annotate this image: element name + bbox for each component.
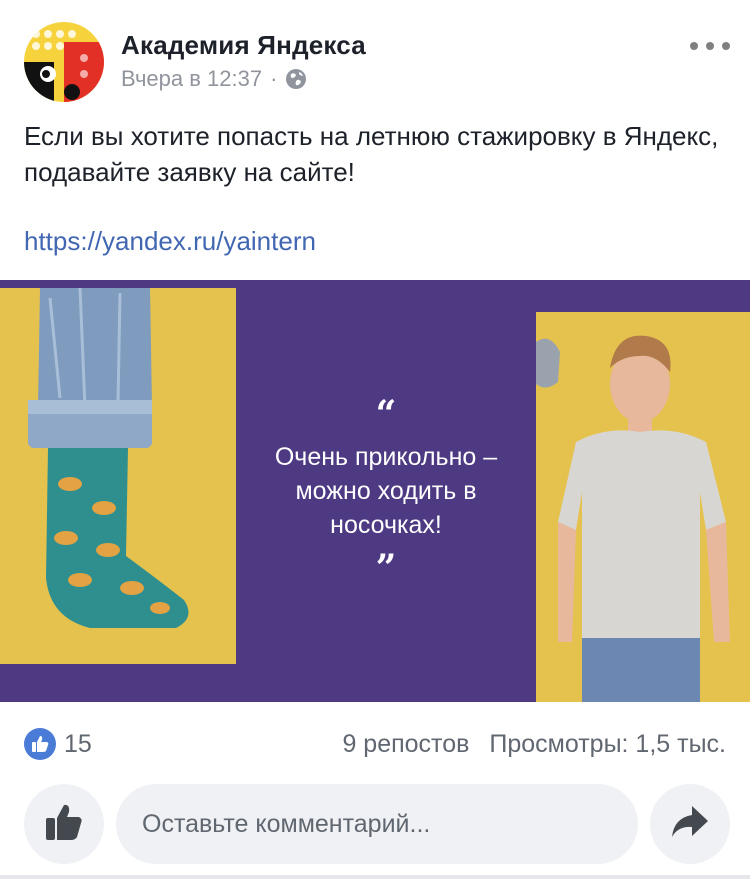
views-count: Просмотры: 1,5 тыс.: [489, 730, 726, 758]
page-avatar[interactable]: [24, 22, 104, 102]
post-text: Если вы хотите попасть на летнюю стажиро…: [24, 121, 719, 187]
stats-right: 9 репостов Просмотры: 1,5 тыс.: [342, 730, 726, 759]
thumbs-up-icon: [24, 728, 56, 760]
quote-close-mark: ”: [375, 547, 397, 589]
post-stats: 15 9 репостов Просмотры: 1,5 тыс.: [0, 720, 750, 764]
globe-icon: [285, 68, 307, 90]
action-bar: Оставьте комментарий...: [0, 782, 750, 866]
quote-block: “ Очень прикольно – можно ходить в носоч…: [236, 280, 536, 702]
quote-open-mark: “: [375, 393, 397, 435]
like-count: 15: [64, 729, 92, 758]
post-header: Академия Яндекса Вчера в 12:37 ·: [0, 0, 750, 110]
likes-summary[interactable]: 15: [24, 728, 92, 760]
man-photo: [536, 312, 750, 702]
comment-input[interactable]: Оставьте комментарий...: [116, 784, 638, 864]
sock-photo: [0, 287, 236, 664]
post-image[interactable]: “ Очень прикольно – можно ходить в носоч…: [0, 280, 750, 702]
share-button[interactable]: [650, 784, 730, 864]
post-link[interactable]: https://yandex.ru/yaintern: [24, 226, 316, 257]
quote-text: Очень прикольно – можно ходить в носочка…: [274, 443, 498, 539]
reposts-count[interactable]: 9 репостов: [342, 730, 469, 759]
thumbs-up-icon: [43, 801, 85, 848]
page-name[interactable]: Академия Яндекса: [121, 30, 366, 61]
more-dots-icon: [690, 42, 698, 50]
more-options-button[interactable]: [690, 34, 730, 58]
meta-separator: ·: [270, 66, 278, 91]
bottom-divider: [0, 875, 750, 879]
like-button[interactable]: [24, 784, 104, 864]
share-arrow-icon: [670, 804, 710, 845]
post-meta: Вчера в 12:37 ·: [121, 66, 307, 92]
post-time[interactable]: Вчера в 12:37: [121, 66, 262, 92]
